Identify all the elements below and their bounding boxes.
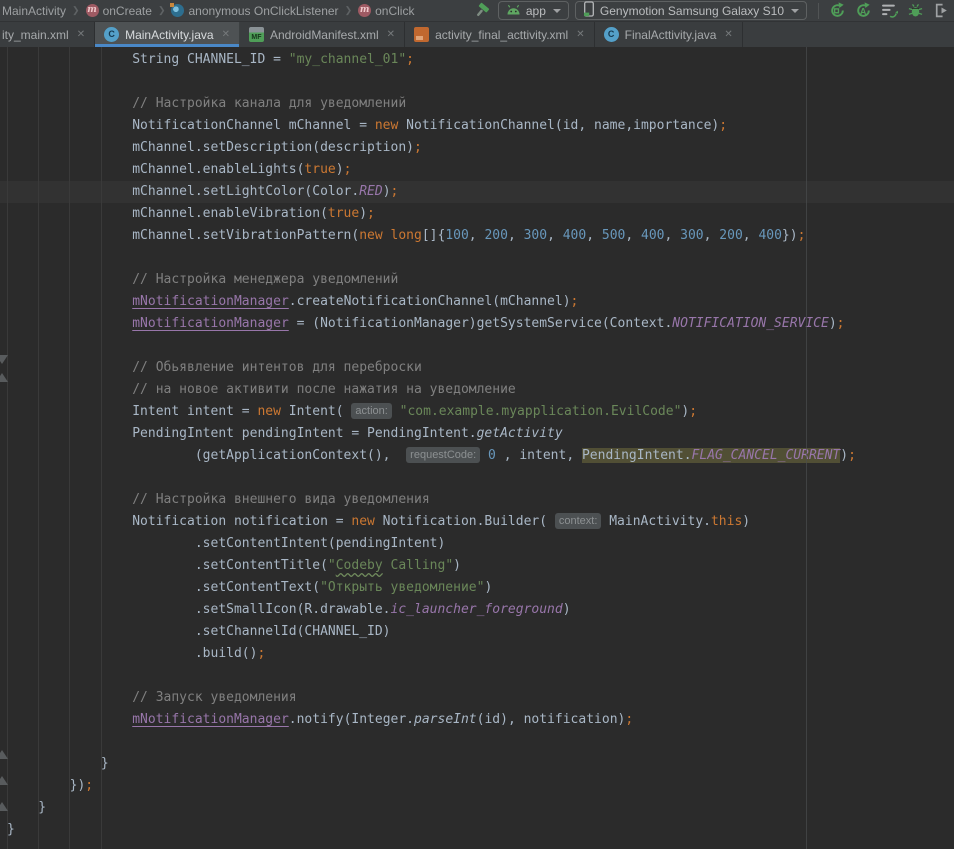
close-icon[interactable]: ✕ <box>220 29 230 40</box>
breadcrumb-label: onCreate <box>103 4 152 18</box>
breadcrumb-label: anonymous OnClickListener <box>188 4 338 18</box>
xml-file-icon <box>414 27 429 42</box>
breadcrumb-separator-icon: ❯ <box>157 5 167 16</box>
svg-text:A: A <box>859 6 866 16</box>
java-class-icon: C <box>604 27 619 42</box>
code-line: // Настройка менеджера уведомлений <box>0 269 954 291</box>
attach-debugger-icon[interactable] <box>928 1 954 21</box>
code-line: (getApplicationContext(), requestCode: 0… <box>0 445 954 467</box>
code-line: mChannel.enableVibration(true); <box>0 203 954 225</box>
device-label: Genymotion Samsung Galaxy S10 <box>600 4 784 18</box>
debug-icon[interactable] <box>902 1 928 21</box>
breadcrumb-separator-icon: ❯ <box>344 5 354 16</box>
code-line: Intent intent = new Intent( action: "com… <box>0 401 954 423</box>
apply-code-changes-icon[interactable]: A <box>850 1 876 21</box>
code-line: } <box>0 797 954 819</box>
code-line: Notification notification = new Notifica… <box>0 511 954 533</box>
breadcrumb-item-onclick[interactable]: m onClick <box>358 4 414 18</box>
code-line: }); <box>0 775 954 797</box>
code-line: String CHANNEL_ID = "my_channel_01"; <box>0 49 954 71</box>
tab-label: FinalActtivity.java <box>625 28 717 42</box>
tab-activity-final-acttivity-xml[interactable]: activity_final_acttivity.xml ✕ <box>405 22 595 47</box>
breadcrumb-item-anonymous-onclicklistener[interactable]: anonymous OnClickListener <box>171 4 338 18</box>
close-icon[interactable]: ✕ <box>75 29 85 40</box>
code-line: // Настройка канала для уведомлений <box>0 93 954 115</box>
tab-finalacttivity-java[interactable]: C FinalActtivity.java ✕ <box>595 22 743 47</box>
code-line: .setContentIntent(pendingIntent) <box>0 533 954 555</box>
apply-changes-restart-icon[interactable] <box>824 1 850 21</box>
code-line <box>0 247 954 269</box>
code-line: mNotificationManager = (NotificationMana… <box>0 313 954 335</box>
fold-arrow-icon[interactable] <box>0 776 8 785</box>
breadcrumb-item-oncreate[interactable]: m onCreate <box>86 4 152 18</box>
toolbar-separator <box>818 3 819 19</box>
code-line <box>0 335 954 357</box>
breadcrumb-label: onClick <box>375 4 414 18</box>
tab-androidmanifest-xml[interactable]: MF AndroidManifest.xml ✕ <box>240 22 405 47</box>
close-icon[interactable]: ✕ <box>722 29 732 40</box>
code-line: } <box>0 753 954 775</box>
breadcrumb-label: MainActivity <box>2 4 66 18</box>
breadcrumb-separator-icon: ❯ <box>71 5 81 16</box>
code-line: .setContentText("Открыть уведомление") <box>0 577 954 599</box>
tab-ity-main-xml[interactable]: ity_main.xml ✕ <box>0 22 95 47</box>
code-line <box>0 731 954 753</box>
anonymous-class-icon <box>171 4 184 17</box>
code-line: // на новое активити после нажатия на ув… <box>0 379 954 401</box>
close-icon[interactable]: ✕ <box>574 29 584 40</box>
editor-tab-bar: ity_main.xml ✕ C MainActivity.java ✕ MF Androi… <box>0 22 954 47</box>
code-line: mNotificationManager.notify(Integer.pars… <box>0 709 954 731</box>
code-line <box>0 467 954 489</box>
code-line: mChannel.setDescription(description); <box>0 137 954 159</box>
code-line: mChannel.setVibrationPattern(new long[]{… <box>0 225 954 247</box>
method-icon: m <box>358 4 371 17</box>
tab-label: activity_final_acttivity.xml <box>435 28 568 42</box>
run-config-dropdown[interactable]: app <box>498 1 569 20</box>
code-line: .setContentTitle("Codeby Calling") <box>0 555 954 577</box>
code-line <box>0 665 954 687</box>
fold-arrow-icon[interactable] <box>0 750 8 759</box>
device-dropdown[interactable]: Genymotion Samsung Galaxy S10 <box>575 1 807 20</box>
breadcrumb: MainActivity ❯ m onCreate ❯ anonymous OnClick… <box>0 4 414 18</box>
code-line: PendingIntent pendingIntent = PendingInt… <box>0 423 954 445</box>
code-line: // Запуск уведомления <box>0 687 954 709</box>
method-icon: m <box>86 4 99 17</box>
main-toolbar: MainActivity ❯ m onCreate ❯ anonymous OnClick… <box>0 0 954 22</box>
code-line: NotificationChannel mChannel = new Notif… <box>0 115 954 137</box>
fold-arrow-icon[interactable] <box>0 802 8 811</box>
tab-label: ity_main.xml <box>2 28 69 42</box>
tab-mainactivity-java[interactable]: C MainActivity.java ✕ <box>95 22 240 47</box>
code-line: mChannel.enableLights(true); <box>0 159 954 181</box>
code-line: mNotificationManager.createNotificationC… <box>0 291 954 313</box>
run-config-label: app <box>526 4 546 18</box>
android-icon <box>506 4 521 18</box>
code-line: // Настройка внешнего вида уведомления <box>0 489 954 511</box>
code-line: .setChannelId(CHANNEL_ID) <box>0 621 954 643</box>
manifest-file-icon: MF <box>249 27 264 42</box>
fold-arrow-icon[interactable] <box>0 355 8 364</box>
code-line: .build(); <box>0 643 954 665</box>
breadcrumb-item-mainactivity[interactable]: MainActivity <box>2 4 66 18</box>
code-line: // Обьявление интентов для переброски <box>0 357 954 379</box>
tab-label: MainActivity.java <box>125 28 213 42</box>
chevron-down-icon <box>553 9 561 13</box>
code-editor[interactable]: String CHANNEL_ID = "my_channel_01"; // … <box>0 47 954 849</box>
code-line: .setSmallIcon(R.drawable.ic_launcher_for… <box>0 599 954 621</box>
tab-label: AndroidManifest.xml <box>270 28 379 42</box>
fold-arrow-icon[interactable] <box>0 373 8 382</box>
code-line: mChannel.setLightColor(Color.RED); <box>0 181 954 203</box>
java-class-icon: C <box>104 27 119 42</box>
phone-icon <box>583 1 595 20</box>
chevron-down-icon <box>791 9 799 13</box>
list-with-arrow-icon[interactable] <box>876 1 902 21</box>
code-line <box>0 71 954 93</box>
code-line: } <box>0 819 954 841</box>
close-icon[interactable]: ✕ <box>385 29 395 40</box>
build-hammer-icon[interactable] <box>465 2 498 19</box>
